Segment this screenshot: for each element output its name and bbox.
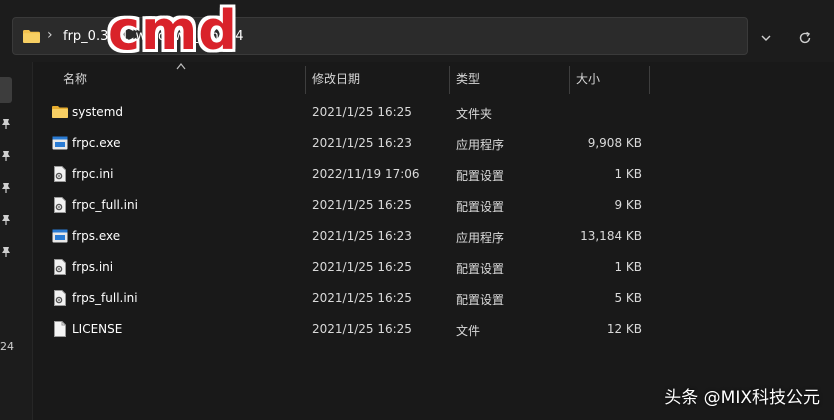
file-date: 2021/1/25 16:25 [312, 105, 412, 119]
navigation-pane: 24 [0, 62, 33, 420]
file-type: 文件夹 [456, 107, 493, 121]
column-header-name[interactable]: 名称 [63, 66, 87, 92]
column-divider[interactable] [569, 66, 570, 94]
ini-file-icon [54, 166, 66, 182]
file-type: 应用程序 [456, 138, 505, 152]
folder-icon [23, 30, 40, 43]
chevron-down-icon[interactable] [758, 30, 774, 46]
file-name: frpc.ini [72, 167, 114, 181]
file-row[interactable]: frpc_full.ini 2021/1/25 16:25 配置设置 9 KB [42, 190, 652, 221]
file-name: frpc.exe [72, 136, 121, 150]
file-type: 配置设置 [456, 169, 505, 183]
column-header-size[interactable]: 大小 [576, 66, 600, 92]
refresh-icon[interactable] [797, 30, 813, 46]
file-type: 配置设置 [456, 293, 505, 307]
file-row[interactable]: systemd 2021/1/25 16:25 文件夹 [42, 97, 652, 128]
ini-file-icon [54, 259, 66, 275]
chevron-right-icon[interactable]: › [47, 27, 53, 43]
cmd-overlay-label: cmd [107, 0, 238, 62]
file-date: 2021/1/25 16:25 [312, 260, 412, 274]
ini-file-icon [54, 197, 66, 213]
file-size: 9 KB [614, 198, 642, 212]
file-size: 9,908 KB [587, 136, 642, 150]
file-row[interactable]: frps.exe 2021/1/25 16:23 应用程序 13,184 KB [42, 221, 652, 252]
file-size: 13,184 KB [580, 229, 642, 243]
watermark-text: 头条 @MIX科技公元 [664, 388, 820, 408]
file-date: 2021/1/25 16:23 [312, 229, 412, 243]
file-name: frps_full.ini [72, 291, 138, 305]
file-date: 2021/1/25 16:23 [312, 136, 412, 150]
column-divider[interactable] [649, 66, 650, 94]
file-name: LICENSE [72, 322, 123, 336]
pin-icon[interactable] [0, 246, 12, 258]
file-type: 文件 [456, 324, 481, 338]
column-header-date[interactable]: 修改日期 [312, 66, 360, 92]
pin-icon[interactable] [0, 214, 12, 226]
file-name: systemd [72, 105, 123, 119]
file-date: 2021/1/25 16:25 [312, 198, 412, 212]
file-name: frpc_full.ini [72, 198, 138, 212]
file-size: 12 KB [606, 322, 642, 336]
file-type: 应用程序 [456, 231, 505, 245]
nav-selected-item[interactable] [0, 77, 12, 103]
file-size: 5 KB [614, 291, 642, 305]
file-type: 配置设置 [456, 262, 505, 276]
file-date: 2022/11/19 17:06 [312, 167, 420, 181]
pin-icon[interactable] [0, 150, 12, 162]
file-icon [54, 321, 66, 337]
file-row[interactable]: frpc.ini 2022/11/19 17:06 配置设置 1 KB [42, 159, 652, 190]
exe-icon [52, 229, 68, 243]
column-divider[interactable] [449, 66, 450, 94]
file-name: frps.ini [72, 260, 114, 274]
ini-file-icon [54, 290, 66, 306]
file-row[interactable]: frps_full.ini 2021/1/25 16:25 配置设置 5 KB [42, 283, 652, 314]
sort-caret-icon [176, 63, 186, 70]
file-row[interactable]: LICENSE 2021/1/25 16:25 文件 12 KB [42, 314, 652, 345]
file-type: 配置设置 [456, 200, 505, 214]
address-bar-row: › frp_0.35.1_windows_amd64 cmd [0, 0, 834, 62]
file-size: 1 KB [614, 167, 642, 181]
folder-icon [52, 106, 68, 118]
pin-icon[interactable] [0, 118, 12, 130]
column-header-type[interactable]: 类型 [456, 66, 480, 92]
file-row[interactable]: frps.ini 2021/1/25 16:25 配置设置 1 KB [42, 252, 652, 283]
exe-icon [52, 136, 68, 150]
pin-icon[interactable] [0, 182, 12, 194]
file-size: 1 KB [614, 260, 642, 274]
file-date: 2021/1/25 16:25 [312, 322, 412, 336]
file-row[interactable]: frpc.exe 2021/1/25 16:23 应用程序 9,908 KB [42, 128, 652, 159]
nav-partial-label[interactable]: 24 [0, 340, 14, 353]
file-name: frps.exe [72, 229, 121, 243]
file-explorer-window: › frp_0.35.1_windows_amd64 cmd 24 名称 修改日… [0, 0, 834, 420]
column-divider[interactable] [305, 66, 306, 94]
file-date: 2021/1/25 16:25 [312, 291, 412, 305]
